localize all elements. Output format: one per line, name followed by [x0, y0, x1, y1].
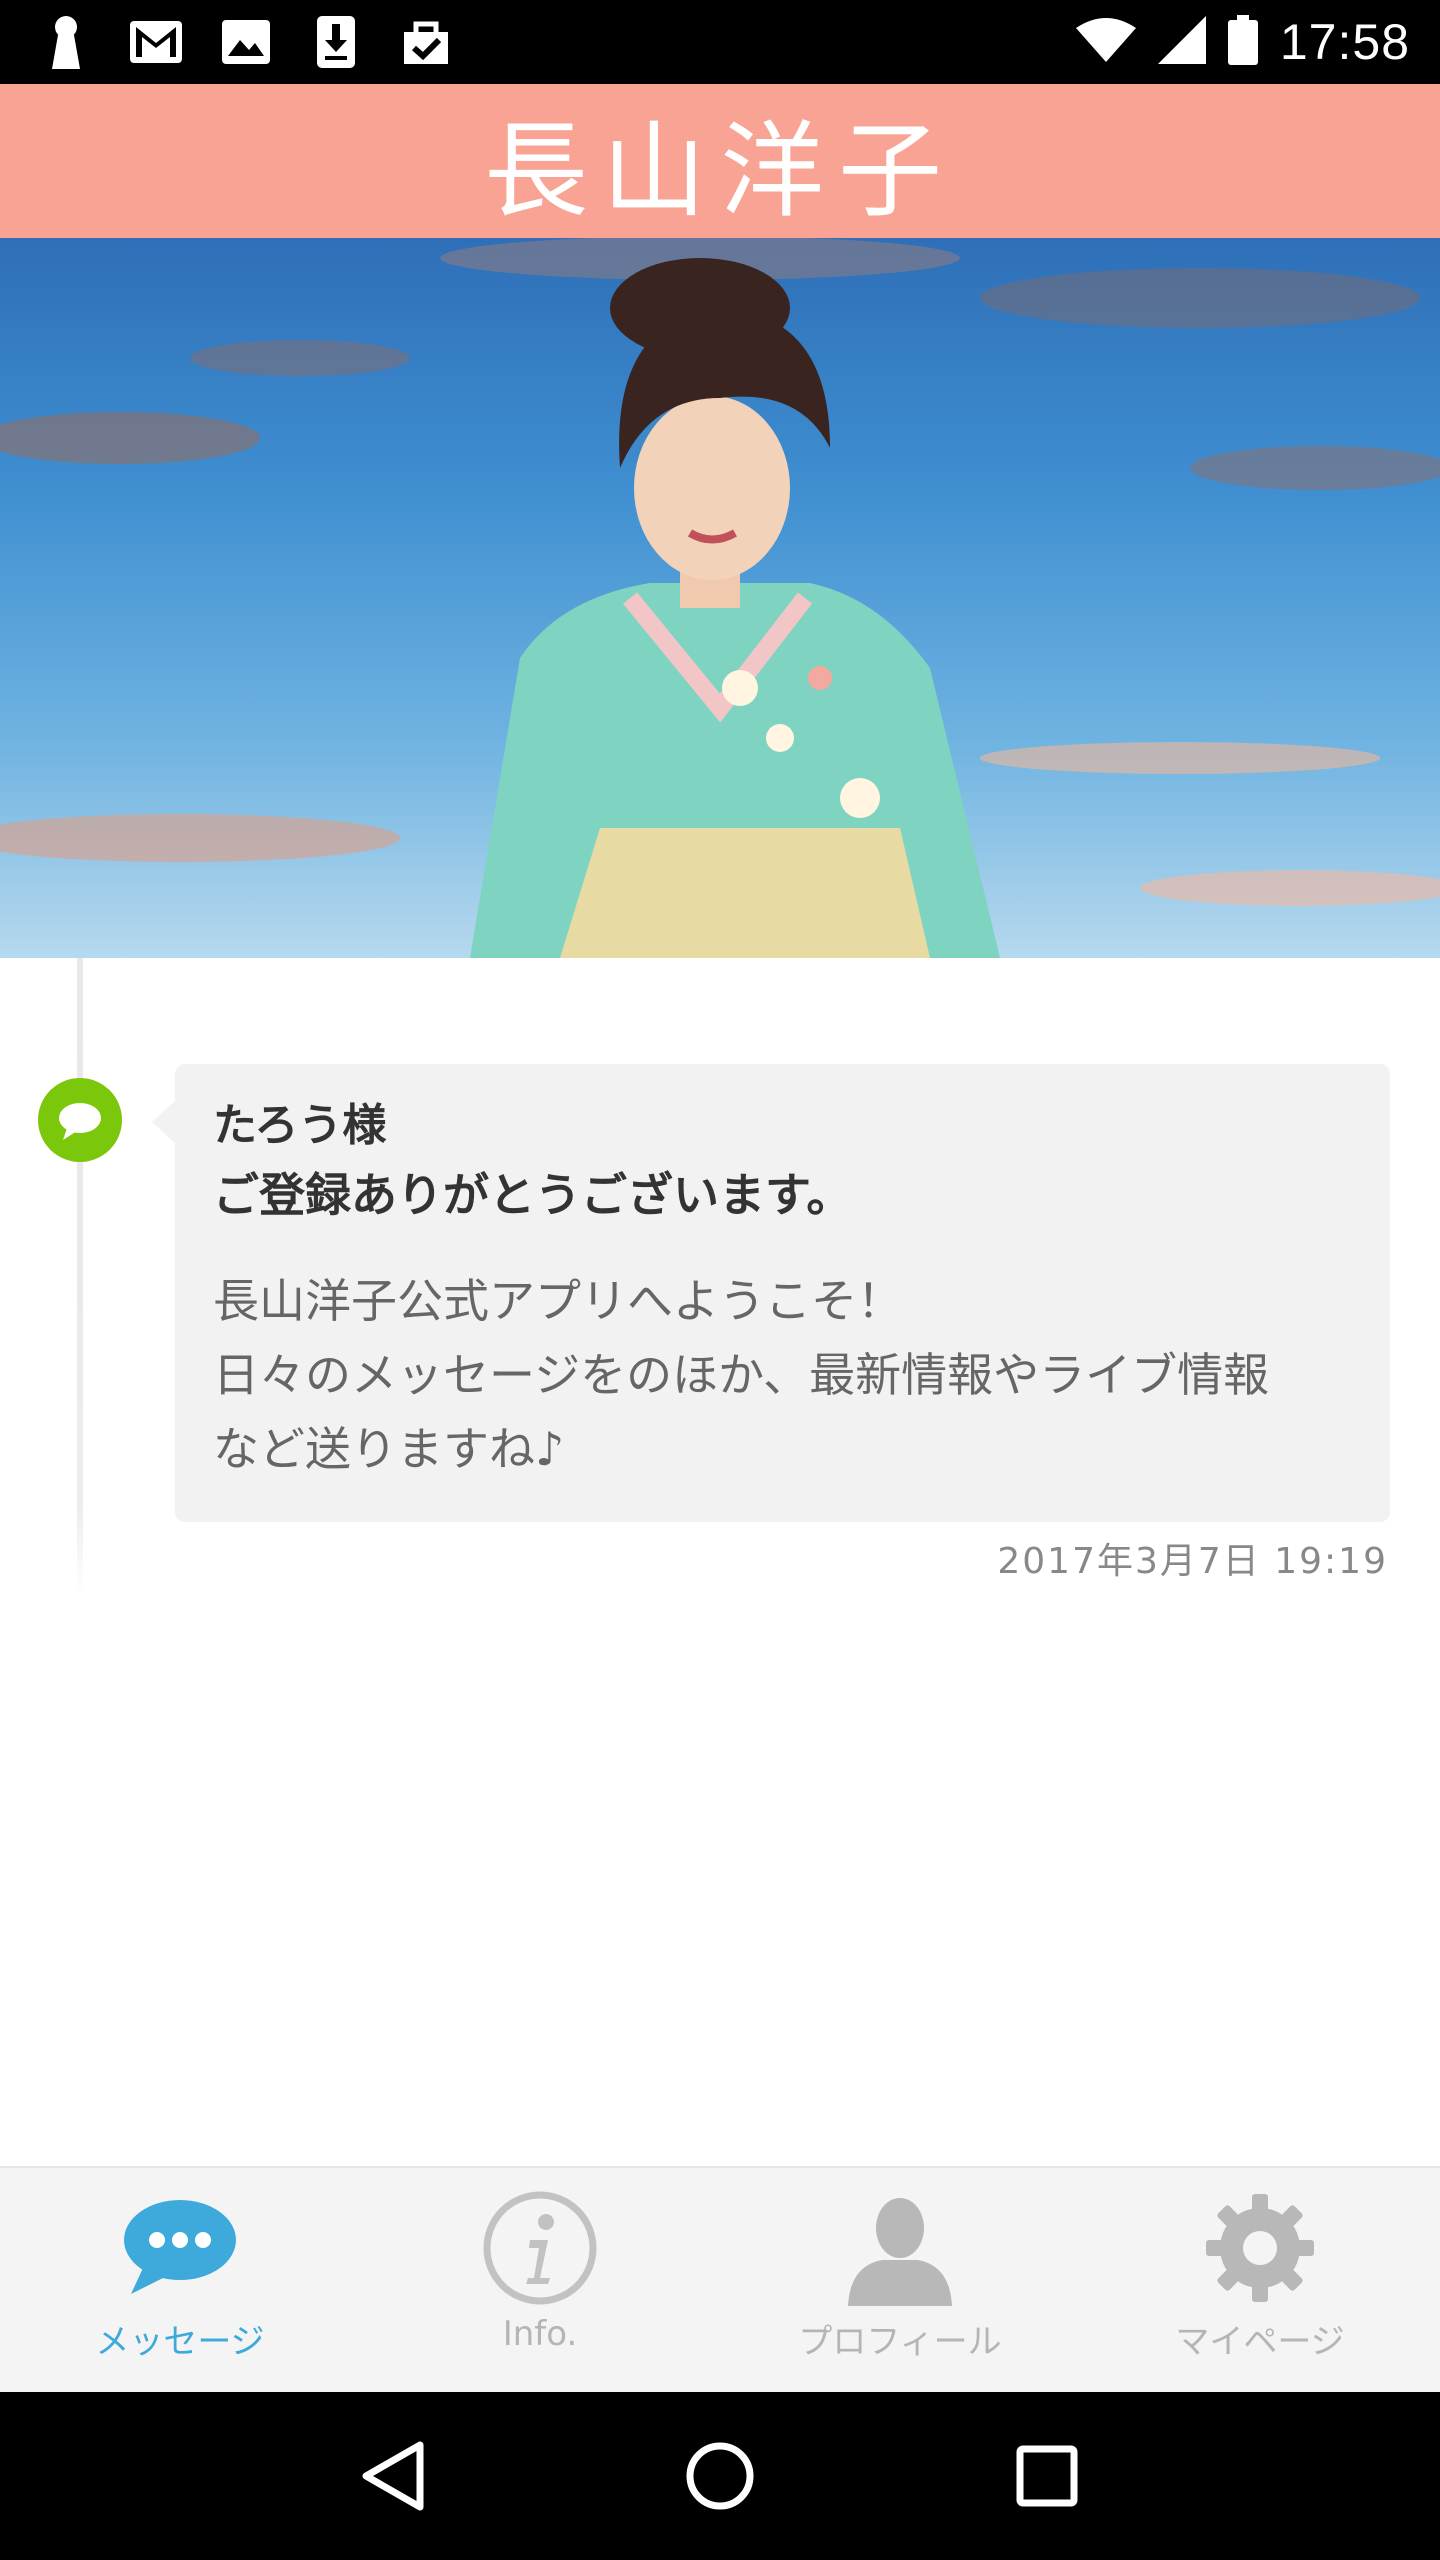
back-triangle-icon	[362, 2441, 424, 2511]
bottom-tab-bar: メッセージ Info. プロフィール マイページ	[0, 2166, 1440, 2392]
tab-info[interactable]: Info.	[360, 2168, 720, 2392]
clock-time: 17:58	[1279, 14, 1410, 70]
message-type-icon	[38, 1078, 122, 1162]
tab-label: Info.	[502, 2314, 578, 2354]
message-card[interactable]: たろう様 ご登録ありがとうございます。 長山洋子公式アプリへようこそ！ 日々のメ…	[175, 1064, 1390, 1522]
system-nav-bar	[0, 2392, 1440, 2560]
keyhole-icon	[40, 14, 92, 70]
signal-icon	[1157, 16, 1206, 68]
app-header: 長山洋子	[0, 84, 1440, 238]
status-bar: 17:58	[0, 0, 1440, 84]
tab-profile[interactable]: プロフィール	[720, 2168, 1080, 2392]
image-icon	[220, 14, 272, 70]
tab-label: メッセージ	[95, 2322, 265, 2362]
system-icons: 17:58	[1075, 10, 1410, 74]
battery-icon	[1227, 15, 1258, 69]
bubble-arrow	[152, 1100, 176, 1144]
message-body: 長山洋子公式アプリへようこそ！ 日々のメッセージをのほか、最新情報やライブ情報 …	[213, 1274, 1270, 1476]
tab-label: プロフィール	[798, 2322, 1002, 2362]
gear-icon	[1200, 2188, 1320, 2308]
chat-bubble-icon	[120, 2188, 240, 2308]
home-button[interactable]	[675, 2431, 765, 2521]
tab-mypage[interactable]: マイページ	[1080, 2168, 1440, 2392]
info-icon	[480, 2188, 600, 2308]
tab-label: マイページ	[1175, 2322, 1345, 2362]
clipboard-check-icon	[400, 14, 452, 70]
wifi-icon	[1075, 18, 1136, 66]
download-icon	[310, 14, 362, 70]
app-title: 長山洋子	[483, 109, 956, 232]
message-timestamp: 2017年3月7日 19:19	[997, 1541, 1388, 1582]
message-title: ご登録ありがとうございます。	[213, 1168, 853, 1222]
recipient-name: たろう様	[213, 1100, 387, 1151]
person-icon	[840, 2188, 960, 2308]
hero-photo	[0, 238, 1440, 958]
back-button[interactable]	[348, 2431, 438, 2521]
hero-illustration	[0, 238, 1440, 958]
notification-icons	[40, 14, 452, 70]
home-circle-icon	[686, 2442, 754, 2510]
recents-square-icon	[1016, 2445, 1078, 2507]
gmail-icon	[130, 14, 182, 70]
timeline-line	[77, 958, 83, 1598]
tab-message[interactable]: メッセージ	[0, 2168, 360, 2392]
recents-button[interactable]	[1002, 2431, 1092, 2521]
